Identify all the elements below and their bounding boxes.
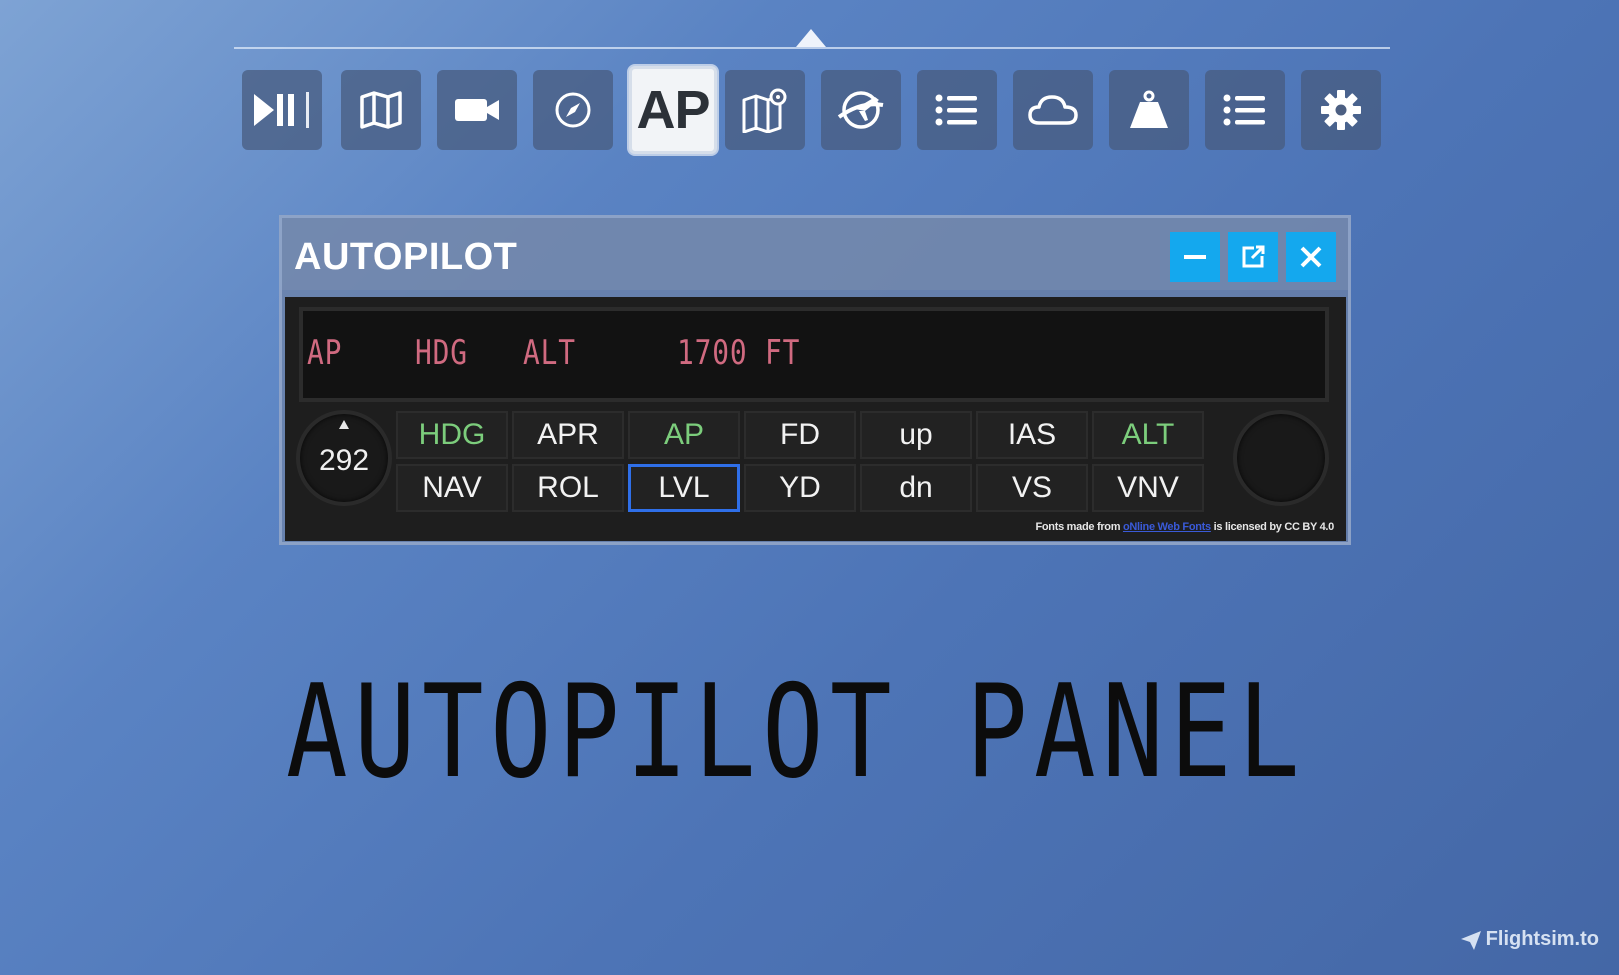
credit-link[interactable]: oNline Web Fonts <box>1123 521 1211 533</box>
caption-text: AUTOPILOT PANEL <box>286 678 1306 798</box>
mode-button-up[interactable]: up <box>860 411 972 459</box>
minimize-icon <box>1184 255 1206 259</box>
display-altitude: 1700 FT <box>677 333 801 373</box>
plane-globe-icon <box>837 91 884 129</box>
heading-bug-marker <box>339 420 349 429</box>
settings-button[interactable] <box>1301 70 1381 150</box>
autopilot-panel-caption: AUTOPILOT PANEL <box>286 678 1306 798</box>
compass-icon <box>555 92 591 128</box>
map-icon <box>360 91 402 129</box>
font-credit: Fonts made from oNline Web Fonts is lice… <box>1035 521 1334 533</box>
toolbar-caret <box>796 29 826 47</box>
mode-button-ap[interactable]: AP <box>628 411 740 459</box>
window-title: AUTOPILOT <box>294 236 518 278</box>
weight-balance-button[interactable] <box>1109 70 1189 150</box>
toolbar: AP <box>242 66 1382 154</box>
map-pin-icon <box>742 88 787 133</box>
annunciator-display: AP HDG ALT 1700 FT <box>299 307 1329 402</box>
close-button[interactable] <box>1286 232 1336 282</box>
mode-button-lvl[interactable]: LVL <box>628 464 740 512</box>
cloud-icon <box>1028 95 1078 125</box>
weather-button[interactable] <box>1013 70 1093 150</box>
autopilot-window: AUTOPILOT AP HDG ALT 1700 FT 292 HDG APR… <box>279 215 1351 545</box>
mode-button-hdg[interactable]: HDG <box>396 411 508 459</box>
play-pause-button[interactable] <box>242 70 322 150</box>
mode-button-nav[interactable]: NAV <box>396 464 508 512</box>
list-icon <box>935 94 977 126</box>
mode-button-dn[interactable]: dn <box>860 464 972 512</box>
close-icon <box>1300 246 1322 268</box>
mode-button-vnv[interactable]: VNV <box>1092 464 1204 512</box>
display-hdg-mode: HDG <box>415 333 468 373</box>
play-pause-icon <box>254 92 309 128</box>
window-titlebar[interactable]: AUTOPILOT <box>282 218 1348 290</box>
display-alt-mode: ALT <box>523 333 576 373</box>
mode-button-vs[interactable]: VS <box>976 464 1088 512</box>
camera-icon <box>455 99 499 121</box>
map-button[interactable] <box>341 70 421 150</box>
mode-button-rol[interactable]: ROL <box>512 464 624 512</box>
external-window-button[interactable] <box>1228 232 1278 282</box>
weight-icon <box>1130 90 1168 128</box>
display-ap-mode: AP <box>307 333 343 373</box>
compass-button[interactable] <box>533 70 613 150</box>
minimize-button[interactable] <box>1170 232 1220 282</box>
autopilot-panel: AP HDG ALT 1700 FT 292 HDG APR AP FD up IAS AL… <box>285 297 1346 541</box>
credit-suffix: is licensed by CC BY 4.0 <box>1213 521 1335 533</box>
autopilot-tab-label: AP <box>636 80 710 140</box>
credit-prefix: Fonts made from <box>1035 521 1121 533</box>
paper-plane-icon <box>1460 930 1481 950</box>
toolbar-divider <box>234 47 1390 49</box>
heading-value: 292 <box>318 444 370 477</box>
list-button[interactable] <box>1205 70 1285 150</box>
mode-button-fd[interactable]: FD <box>744 411 856 459</box>
gear-icon <box>1321 90 1361 130</box>
autopilot-tab-button[interactable]: AP <box>629 66 717 154</box>
flight-button[interactable] <box>821 70 901 150</box>
flightsim-watermark: Flightsim.to <box>1460 928 1599 951</box>
mode-button-alt[interactable]: ALT <box>1092 411 1204 459</box>
checklist-button[interactable] <box>917 70 997 150</box>
map-pin-button[interactable] <box>725 70 805 150</box>
altitude-knob[interactable] <box>1233 410 1329 506</box>
list-icon <box>1223 94 1265 126</box>
mode-button-yd[interactable]: YD <box>744 464 856 512</box>
mode-button-ias[interactable]: IAS <box>976 411 1088 459</box>
mode-button-apr[interactable]: APR <box>512 411 624 459</box>
camera-button[interactable] <box>437 70 517 150</box>
external-icon <box>1242 245 1265 268</box>
heading-knob[interactable]: 292 <box>296 410 392 506</box>
watermark-text: Flightsim.to <box>1485 928 1599 950</box>
